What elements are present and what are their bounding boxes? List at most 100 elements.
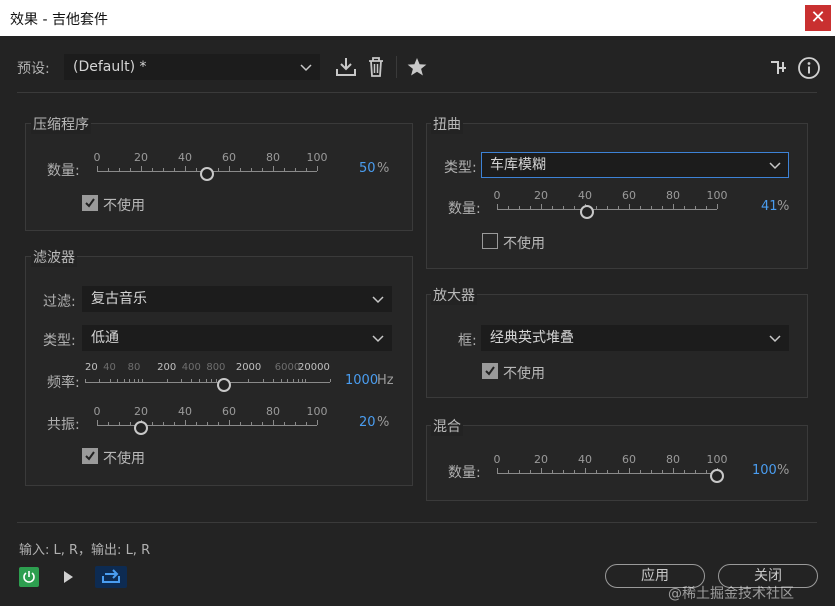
footer-separator <box>17 522 817 523</box>
slider-tick-label: 200 <box>157 362 177 373</box>
distortion-title: 扭曲 <box>431 114 463 134</box>
slider-tick <box>166 379 168 382</box>
slider-tick <box>284 168 285 171</box>
mix-amount-value[interactable]: 100 <box>752 463 777 478</box>
slider-tick <box>99 379 101 382</box>
slider-thumb[interactable] <box>200 167 214 181</box>
checkmark-icon <box>85 451 95 461</box>
slider-tick <box>109 379 111 382</box>
slider-tick <box>240 422 241 425</box>
slider-tick <box>211 379 213 382</box>
loop-button[interactable] <box>95 566 127 588</box>
slider-tick <box>141 166 142 171</box>
slider-tick <box>684 206 685 209</box>
filter-freq-unit: Hz <box>377 373 394 388</box>
filter-res-label: 共振: <box>47 417 80 433</box>
slider-tick-label: 400 <box>181 362 201 373</box>
slider-tick <box>273 420 274 425</box>
slider-tick <box>130 422 131 425</box>
checkmark-icon <box>85 198 95 208</box>
slider-track[interactable] <box>497 209 717 210</box>
compressor-amount-value[interactable]: 50 <box>359 161 376 176</box>
slider-tick <box>272 379 274 382</box>
preset-label: 预设: <box>17 61 50 77</box>
slider-tick <box>673 468 674 473</box>
slider-tick <box>640 206 641 209</box>
slider-tick <box>317 166 318 171</box>
slider-tick <box>97 166 98 171</box>
slider-track[interactable] <box>85 382 330 383</box>
slider-thumb[interactable] <box>134 421 148 435</box>
compressor-amount-unit: % <box>377 161 390 176</box>
slider-tick <box>199 379 201 382</box>
slider-thumb[interactable] <box>580 205 595 219</box>
compressor-amount-label: 数量: <box>47 163 80 179</box>
power-button[interactable] <box>19 567 39 587</box>
amplifier-box-dropdown[interactable]: 经典英式堆叠 <box>481 325 789 351</box>
slider-tick <box>251 422 252 425</box>
slider-tick <box>207 422 208 425</box>
info-icon[interactable] <box>797 56 821 80</box>
slider-tick <box>174 168 175 171</box>
slider-tick <box>97 420 98 425</box>
slider-tick <box>142 379 144 382</box>
slider-track[interactable] <box>97 425 317 426</box>
slider-tick <box>287 379 289 382</box>
filter-freq-value[interactable]: 1000 <box>345 373 378 388</box>
amplifier-bypass-checkbox[interactable] <box>482 363 498 379</box>
distortion-amount-value[interactable]: 41 <box>761 199 778 214</box>
distortion-amount-slider[interactable]: 0 20 40 60 80 100 <box>494 189 728 221</box>
slider-tick <box>695 470 696 473</box>
slider-tick-label: 100 <box>706 189 728 202</box>
distortion-bypass-checkbox[interactable] <box>482 233 498 249</box>
slider-tick <box>218 168 219 171</box>
filter-preset-dropdown[interactable]: 复古音乐 <box>82 286 392 312</box>
play-icon[interactable] <box>60 569 76 585</box>
slider-tick <box>280 379 282 382</box>
slider-track[interactable] <box>497 473 717 474</box>
star-icon[interactable] <box>406 56 428 78</box>
preset-value: (Default) * <box>73 59 147 75</box>
slider-tick <box>284 422 285 425</box>
slider-thumb[interactable] <box>710 469 724 483</box>
chevron-down-icon <box>769 162 781 170</box>
slider-tick <box>108 168 109 171</box>
window-title: 效果 - 吉他套件 <box>10 12 108 28</box>
preset-dropdown[interactable]: (Default) * <box>64 54 320 80</box>
slider-tick <box>229 166 230 171</box>
slider-tick-label: 40 <box>578 453 592 466</box>
slider-tick <box>295 422 296 425</box>
slider-tick-label: 100 <box>306 151 328 164</box>
download-icon[interactable] <box>335 56 357 78</box>
slider-tick <box>152 168 153 171</box>
filter-res-slider[interactable]: 0 20 40 60 80 100 <box>94 405 328 437</box>
distortion-type-dropdown[interactable]: 车库模糊 <box>481 152 789 178</box>
slider-tick-label: 6000 <box>274 362 301 373</box>
mix-amount-slider[interactable]: 0 20 40 60 80 100 <box>494 453 728 485</box>
filter-preset-value: 复古音乐 <box>91 291 147 307</box>
slider-tick <box>317 420 318 425</box>
distortion-bypass-label: 不使用 <box>503 236 545 252</box>
slider-tick <box>662 470 663 473</box>
slider-tick <box>185 166 186 171</box>
amplifier-title: 放大器 <box>431 285 477 305</box>
close-window-button[interactable]: ✕ <box>805 5 831 31</box>
slider-tick-label: 20 <box>85 362 98 373</box>
compressor-bypass-checkbox[interactable] <box>82 195 98 211</box>
filter-freq-slider[interactable]: 20 40 80 200 400 800 2000 6000 20000 <box>85 362 331 394</box>
slider-tick <box>717 204 718 209</box>
slider-thumb[interactable] <box>216 378 231 392</box>
slider-tick-label: 60 <box>622 189 636 202</box>
filter-type-dropdown[interactable]: 低通 <box>82 325 392 351</box>
slider-tick <box>596 470 597 473</box>
slider-tick <box>196 422 197 425</box>
slider-tick-label: 80 <box>266 405 280 418</box>
trash-icon[interactable] <box>366 56 386 78</box>
filter-bypass-checkbox[interactable] <box>82 448 98 464</box>
compressor-amount-slider[interactable]: 0 20 40 60 80 100 <box>94 151 328 183</box>
slider-tick <box>262 422 263 425</box>
slider-tick <box>497 204 498 209</box>
routing-icon[interactable] <box>769 58 789 78</box>
slider-tick <box>129 379 131 382</box>
filter-res-value[interactable]: 20 <box>359 415 376 430</box>
